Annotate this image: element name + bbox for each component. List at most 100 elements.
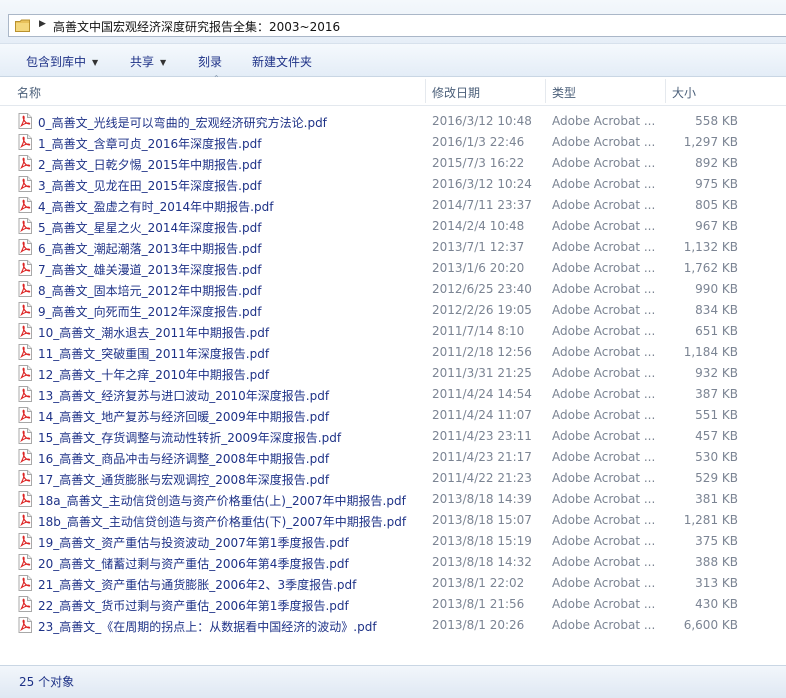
file-date: 2011/3/31 21:25 (432, 366, 532, 380)
file-size: 1,132 KB (683, 240, 738, 254)
file-row[interactable]: 16_高善文_商品冲击与经济调整_2008年中期报告.pdf 2011/4/23 … (0, 447, 786, 468)
file-type: Adobe Acrobat ... (552, 366, 656, 380)
file-type: Adobe Acrobat ... (552, 282, 656, 296)
file-type: Adobe Acrobat ... (552, 303, 656, 317)
pdf-file-icon (18, 218, 32, 234)
file-name: 5_高善文_星星之火_2014年深度报告.pdf (38, 221, 262, 235)
include-in-library-label: 包含到库中 (26, 55, 87, 69)
file-row[interactable]: 19_高善文_资产重估与投资波动_2007年第1季度报告.pdf 2013/8/1… (0, 531, 786, 552)
address-path[interactable]: 高善文中国宏观经济深度研究报告全集：2003~2016 (53, 18, 340, 35)
file-type: Adobe Acrobat ... (552, 471, 656, 485)
file-type: Adobe Acrobat ... (552, 597, 656, 611)
file-row[interactable]: 13_高善文_经济复苏与进口波动_2010年深度报告.pdf 2011/4/24 … (0, 384, 786, 405)
column-divider[interactable] (545, 79, 546, 103)
file-row[interactable]: 21_高善文_资产重估与通货膨胀_2006年2、3季度报告.pdf 2013/8/… (0, 573, 786, 594)
pdf-file-icon (18, 176, 32, 192)
file-row[interactable]: 23_高善文_《在周期的拐点上：从数据看中国经济的波动》.pdf 2013/8/1… (0, 615, 786, 636)
file-name: 9_高善文_向死而生_2012年深度报告.pdf (38, 305, 262, 319)
pdf-file-icon (18, 575, 32, 591)
chevron-right-icon[interactable]: ▶ (39, 19, 46, 29)
file-size: 1,762 KB (683, 261, 738, 275)
file-name: 3_高善文_见龙在田_2015年深度报告.pdf (38, 179, 262, 193)
file-name: 19_高善文_资产重估与投资波动_2007年第1季度报告.pdf (38, 536, 349, 550)
file-date: 2011/2/18 12:56 (432, 345, 532, 359)
file-name: 1_高善文_含章可贞_2016年深度报告.pdf (38, 137, 262, 151)
file-row[interactable]: 9_高善文_向死而生_2012年深度报告.pdf 2012/2/26 19:05 A… (0, 300, 786, 321)
file-name: 10_高善文_潮水退去_2011年中期报告.pdf (38, 326, 270, 340)
file-row[interactable]: 12_高善文_十年之痒_2010年中期报告.pdf 2011/3/31 21:25… (0, 363, 786, 384)
pdf-file-icon (18, 449, 32, 465)
file-date: 2014/7/11 23:37 (432, 198, 532, 212)
file-date: 2011/7/14 8:10 (432, 324, 525, 338)
file-type: Adobe Acrobat ... (552, 387, 656, 401)
file-size: 651 KB (695, 324, 738, 338)
file-size: 430 KB (695, 597, 738, 611)
file-size: 388 KB (695, 555, 738, 569)
file-row[interactable]: 11_高善文_突破重围_2011年深度报告.pdf 2011/2/18 12:56… (0, 342, 786, 363)
file-row[interactable]: 3_高善文_见龙在田_2015年深度报告.pdf 2016/3/12 10:24 A… (0, 174, 786, 195)
pdf-file-icon (18, 155, 32, 171)
file-size: 834 KB (695, 303, 738, 317)
file-date: 2014/2/4 10:48 (432, 219, 525, 233)
file-name: 17_高善文_通货膨胀与宏观调控_2008年深度报告.pdf (38, 473, 330, 487)
file-type: Adobe Acrobat ... (552, 219, 656, 233)
file-row[interactable]: 17_高善文_通货膨胀与宏观调控_2008年深度报告.pdf 2011/4/22 … (0, 468, 786, 489)
file-type: Adobe Acrobat ... (552, 114, 656, 128)
file-type: Adobe Acrobat ... (552, 261, 656, 275)
share-button[interactable]: 共享 ▼ (130, 53, 166, 70)
address-bar[interactable]: ▶ 高善文中国宏观经济深度研究报告全集：2003~2016 (8, 14, 786, 37)
column-header-type[interactable]: 类型 (552, 84, 576, 101)
file-type: Adobe Acrobat ... (552, 324, 656, 338)
file-row[interactable]: 2_高善文_日乾夕惕_2015年中期报告.pdf 2015/7/3 16:22 Ad… (0, 153, 786, 174)
file-size: 313 KB (695, 576, 738, 590)
file-row[interactable]: 5_高善文_星星之火_2014年深度报告.pdf 2014/2/4 10:48 Ad… (0, 216, 786, 237)
file-size: 6,600 KB (683, 618, 738, 632)
file-row[interactable]: 1_高善文_含章可贞_2016年深度报告.pdf 2016/1/3 22:46 Ad… (0, 132, 786, 153)
column-header-size[interactable]: 大小 (672, 84, 696, 101)
pdf-file-icon (18, 596, 32, 612)
column-divider[interactable] (425, 79, 426, 103)
pdf-file-icon (18, 344, 32, 360)
column-divider[interactable] (665, 79, 666, 103)
file-type: Adobe Acrobat ... (552, 177, 656, 191)
folder-icon (15, 19, 30, 32)
file-date: 2013/8/1 20:26 (432, 618, 525, 632)
file-name: 18a_高善文_主动信贷创造与资产价格重估(上)_2007年中期报告.pdf (38, 494, 406, 508)
file-row[interactable]: 18b_高善文_主动信贷创造与资产价格重估(下)_2007年中期报告.pdf 20… (0, 510, 786, 531)
file-type: Adobe Acrobat ... (552, 198, 656, 212)
column-header-name[interactable]: 名称 (17, 84, 41, 101)
file-row[interactable]: 0_高善文_光线是可以弯曲的_宏观经济研究方法论.pdf 2016/3/12 10… (0, 111, 786, 132)
file-row[interactable]: 20_高善文_储蓄过剩与资产重估_2006年第4季度报告.pdf 2013/8/1… (0, 552, 786, 573)
file-date: 2013/8/18 14:32 (432, 555, 532, 569)
burn-button[interactable]: 刻录 (198, 53, 222, 70)
file-type: Adobe Acrobat ... (552, 492, 656, 506)
file-row[interactable]: 14_高善文_地产复苏与经济回暖_2009年中期报告.pdf 2011/4/24 … (0, 405, 786, 426)
status-bar: 25 个对象 (0, 665, 786, 698)
file-size: 1,184 KB (683, 345, 738, 359)
column-header-date[interactable]: 修改日期 (432, 84, 480, 101)
file-date: 2011/4/22 21:23 (432, 471, 532, 485)
file-row[interactable]: 8_高善文_固本培元_2012年中期报告.pdf 2012/6/25 23:40 A… (0, 279, 786, 300)
file-date: 2016/3/12 10:48 (432, 114, 532, 128)
file-name: 2_高善文_日乾夕惕_2015年中期报告.pdf (38, 158, 262, 172)
column-header: ⌃ 名称 修改日期 类型 大小 (0, 74, 786, 106)
file-size: 558 KB (695, 114, 738, 128)
file-row[interactable]: 6_高善文_潮起潮落_2013年中期报告.pdf 2013/7/1 12:37 Ad… (0, 237, 786, 258)
file-size: 967 KB (695, 219, 738, 233)
file-date: 2013/7/1 12:37 (432, 240, 525, 254)
file-row[interactable]: 22_高善文_货币过剩与资产重估_2006年第1季度报告.pdf 2013/8/1… (0, 594, 786, 615)
pdf-file-icon (18, 407, 32, 423)
file-size: 551 KB (695, 408, 738, 422)
file-row[interactable]: 15_高善文_存货调整与流动性转折_2009年深度报告.pdf 2011/4/23… (0, 426, 786, 447)
file-row[interactable]: 18a_高善文_主动信贷创造与资产价格重估(上)_2007年中期报告.pdf 20… (0, 489, 786, 510)
new-folder-button[interactable]: 新建文件夹 (252, 53, 312, 70)
file-row[interactable]: 10_高善文_潮水退去_2011年中期报告.pdf 2011/7/14 8:10 A… (0, 321, 786, 342)
file-size: 990 KB (695, 282, 738, 296)
include-in-library-button[interactable]: 包含到库中 ▼ (26, 53, 98, 70)
pdf-file-icon (18, 617, 32, 633)
pdf-file-icon (18, 386, 32, 402)
file-type: Adobe Acrobat ... (552, 429, 656, 443)
file-row[interactable]: 4_高善文_盈虚之有时_2014年中期报告.pdf 2014/7/11 23:37… (0, 195, 786, 216)
file-row[interactable]: 7_高善文_雄关漫道_2013年深度报告.pdf 2013/1/6 20:20 Ad… (0, 258, 786, 279)
pdf-file-icon (18, 134, 32, 150)
